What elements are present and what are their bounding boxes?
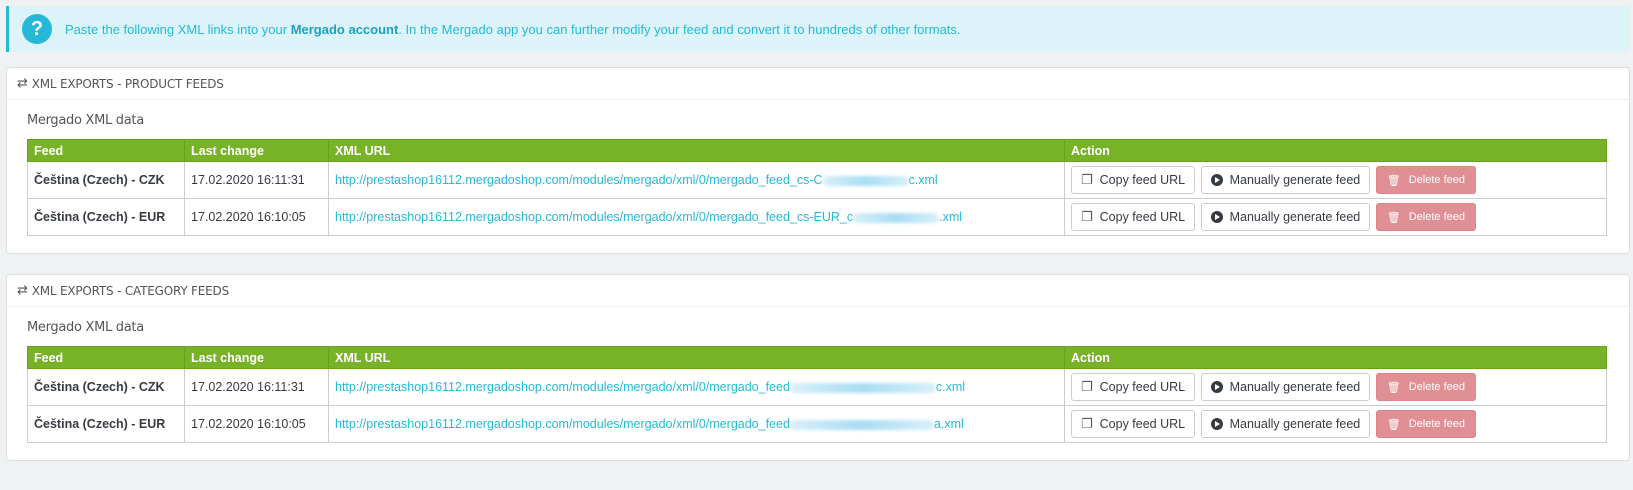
- generate-feed-button[interactable]: Manually generate feed: [1200, 410, 1371, 438]
- feed-name: Čeština (Czech) - EUR: [27, 198, 185, 236]
- button-label: Delete feed: [1408, 381, 1465, 393]
- play-icon: [1210, 381, 1223, 393]
- copy-feed-url-button[interactable]: ❐ Copy feed URL: [1071, 410, 1196, 438]
- table-row: Čeština (Czech) - EUR 17.02.2020 16:10:0…: [27, 198, 1607, 236]
- action-cell: ❐ Copy feed URL Manually generate feed 🗑 D…: [1064, 198, 1607, 236]
- xml-url-link[interactable]: http://prestashop16112.mergadoshop.com/m…: [335, 210, 962, 224]
- button-label: Delete feed: [1408, 174, 1465, 186]
- copy-icon: ❐: [1081, 379, 1093, 394]
- table-row: Čeština (Czech) - EUR 17.02.2020 16:10:0…: [27, 405, 1607, 443]
- feed-name: Čeština (Czech) - CZK: [27, 161, 185, 199]
- action-cell: ❐ Copy feed URL Manually generate feed 🗑 D…: [1064, 161, 1607, 199]
- xml-url-cell: http://prestashop16112.mergadoshop.com/m…: [328, 368, 1065, 406]
- feed-name: Čeština (Czech) - CZK: [27, 368, 185, 406]
- xml-url-link[interactable]: http://prestashop16112.mergadoshop.com/m…: [335, 173, 938, 187]
- copy-feed-url-button[interactable]: ❐ Copy feed URL: [1071, 166, 1196, 194]
- xml-url-cell: http://prestashop16112.mergadoshop.com/m…: [328, 161, 1065, 199]
- panel-subtitle: Mergado XML data: [27, 320, 144, 335]
- xml-url-cell: http://prestashop16112.mergadoshop.com/m…: [328, 405, 1065, 443]
- redacted-blur: [822, 175, 909, 186]
- col-action: Action: [1064, 139, 1607, 162]
- delete-feed-button[interactable]: 🗑 Delete feed: [1375, 203, 1476, 231]
- url-part: http://prestashop16112.mergadoshop.com/m…: [335, 210, 854, 224]
- button-label: Manually generate feed: [1229, 173, 1361, 187]
- trash-icon: 🗑: [1386, 211, 1401, 224]
- question-icon: ?: [22, 14, 52, 44]
- play-icon: [1210, 211, 1223, 223]
- exchange-icon: ⇄: [17, 283, 28, 298]
- info-text-before: Paste the following XML links into your: [65, 21, 291, 37]
- copy-feed-url-button[interactable]: ❐ Copy feed URL: [1071, 373, 1196, 401]
- col-xml-url: XML URL: [328, 346, 1065, 369]
- redacted-blur: [789, 419, 934, 430]
- info-alert: ? Paste the following XML links into you…: [6, 6, 1630, 52]
- button-label: Copy feed URL: [1099, 380, 1186, 394]
- button-label: Manually generate feed: [1229, 210, 1361, 224]
- last-change: 17.02.2020 16:11:31: [184, 368, 329, 406]
- copy-icon: ❐: [1081, 172, 1093, 187]
- button-label: Copy feed URL: [1099, 210, 1186, 224]
- category-feeds-table: Feed Last change XML URL Action Čeština …: [27, 346, 1607, 443]
- last-change: 17.02.2020 16:10:05: [184, 405, 329, 443]
- exchange-icon: ⇄: [17, 76, 28, 91]
- redacted-blur: [789, 382, 936, 393]
- col-action: Action: [1064, 346, 1607, 369]
- xml-url-link[interactable]: http://prestashop16112.mergadoshop.com/m…: [335, 417, 964, 431]
- panel-subtitle: Mergado XML data: [27, 113, 144, 128]
- action-cell: ❐ Copy feed URL Manually generate feed 🗑 D…: [1064, 368, 1607, 406]
- product-feeds-table: Feed Last change XML URL Action Čeština …: [27, 139, 1607, 236]
- url-part: c.xml: [935, 380, 966, 394]
- button-label: Delete feed: [1408, 418, 1465, 430]
- button-label: Manually generate feed: [1229, 417, 1361, 431]
- col-feed: Feed: [27, 139, 185, 162]
- mergado-account-link[interactable]: Mergado account: [291, 22, 399, 37]
- feed-name: Čeština (Czech) - EUR: [27, 405, 185, 443]
- col-last-change: Last change: [184, 346, 329, 369]
- col-last-change: Last change: [184, 139, 329, 162]
- last-change: 17.02.2020 16:11:31: [184, 161, 329, 199]
- action-cell: ❐ Copy feed URL Manually generate feed 🗑 D…: [1064, 405, 1607, 443]
- url-part: c.xml: [908, 173, 938, 187]
- trash-icon: 🗑: [1386, 418, 1401, 431]
- generate-feed-button[interactable]: Manually generate feed: [1200, 203, 1371, 231]
- delete-feed-button[interactable]: 🗑 Delete feed: [1375, 166, 1476, 194]
- xml-url-link[interactable]: http://prestashop16112.mergadoshop.com/m…: [335, 380, 965, 394]
- panel-header: ⇄ XML EXPORTS - CATEGORY FEEDS: [7, 275, 1629, 307]
- copy-icon: ❐: [1081, 416, 1093, 431]
- category-feeds-panel: ⇄ XML EXPORTS - CATEGORY FEEDS Mergado X…: [6, 274, 1630, 461]
- copy-icon: ❐: [1081, 209, 1093, 224]
- table-row: Čeština (Czech) - CZK 17.02.2020 16:11:3…: [27, 368, 1607, 406]
- copy-feed-url-button[interactable]: ❐ Copy feed URL: [1071, 203, 1196, 231]
- info-text-after: . In the Mergado app you can further mod…: [398, 21, 961, 37]
- url-part: http://prestashop16112.mergadoshop.com/m…: [335, 173, 823, 187]
- col-feed: Feed: [27, 346, 185, 369]
- info-text: Paste the following XML links into your …: [65, 22, 961, 37]
- url-part: http://prestashop16112.mergadoshop.com/m…: [335, 380, 790, 394]
- trash-icon: 🗑: [1386, 174, 1401, 187]
- panel-header: ⇄ XML EXPORTS - PRODUCT FEEDS: [7, 68, 1629, 100]
- table-row: Čeština (Czech) - CZK 17.02.2020 16:11:3…: [27, 161, 1607, 199]
- trash-icon: 🗑: [1386, 381, 1401, 394]
- generate-feed-button[interactable]: Manually generate feed: [1200, 166, 1371, 194]
- button-label: Copy feed URL: [1099, 173, 1186, 187]
- url-part: http://prestashop16112.mergadoshop.com/m…: [335, 417, 790, 431]
- play-icon: [1210, 174, 1223, 186]
- button-label: Copy feed URL: [1099, 417, 1186, 431]
- panel-title: XML EXPORTS - PRODUCT FEEDS: [31, 76, 224, 91]
- url-part: .xml: [939, 210, 963, 224]
- delete-feed-button[interactable]: 🗑 Delete feed: [1375, 373, 1476, 401]
- generate-feed-button[interactable]: Manually generate feed: [1200, 373, 1371, 401]
- button-label: Manually generate feed: [1229, 380, 1361, 394]
- panel-title: XML EXPORTS - CATEGORY FEEDS: [31, 283, 229, 298]
- col-xml-url: XML URL: [328, 139, 1065, 162]
- play-icon: [1210, 418, 1223, 430]
- delete-feed-button[interactable]: 🗑 Delete feed: [1375, 410, 1476, 438]
- xml-url-cell: http://prestashop16112.mergadoshop.com/m…: [328, 198, 1065, 236]
- url-part: a.xml: [933, 417, 964, 431]
- redacted-blur: [853, 212, 940, 223]
- product-feeds-panel: ⇄ XML EXPORTS - PRODUCT FEEDS Mergado XM…: [6, 67, 1630, 254]
- last-change: 17.02.2020 16:10:05: [184, 198, 329, 236]
- button-label: Delete feed: [1408, 211, 1465, 223]
